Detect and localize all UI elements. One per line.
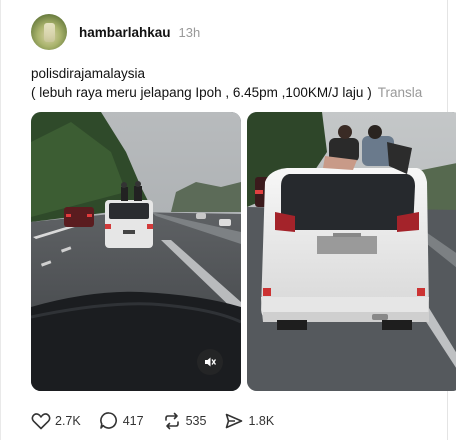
action-bar: 2.7K 417 535 1.8K	[31, 411, 292, 430]
post-header: hambarlahkau 13h	[31, 12, 200, 52]
repost-icon	[164, 412, 179, 429]
mute-button[interactable]	[197, 349, 223, 375]
caption-line-2: ( lebuh raya meru jelapang Ipoh , 6.45pm…	[31, 85, 372, 100]
like-count: 2.7K	[55, 413, 81, 428]
repost-button[interactable]: 535	[162, 412, 207, 430]
send-icon	[226, 413, 243, 428]
avatar[interactable]	[31, 14, 67, 50]
video-2[interactable]	[247, 112, 456, 391]
video-2-frame	[247, 112, 456, 391]
post-time: 13h	[178, 24, 201, 40]
comment-count: 417	[122, 413, 144, 428]
heart-icon	[31, 412, 51, 429]
share-count: 1.8K	[248, 413, 275, 428]
video-1[interactable]	[31, 112, 241, 391]
mute-icon	[205, 357, 217, 367]
comment-icon	[99, 412, 117, 429]
post-caption: polisdirajamalaysia ( lebuh raya meru je…	[31, 64, 456, 102]
post-card: hambarlahkau 13h polisdirajamalaysia ( l…	[0, 0, 456, 440]
repost-count: 535	[185, 413, 207, 428]
username[interactable]: hambarlahkau	[79, 25, 171, 40]
like-button[interactable]: 2.7K	[31, 412, 81, 430]
translate-link[interactable]: Transla	[378, 85, 423, 100]
comment-button[interactable]: 417	[99, 411, 144, 430]
share-button[interactable]: 1.8K	[224, 412, 274, 430]
caption-line-1: polisdirajamalaysia	[31, 66, 146, 81]
